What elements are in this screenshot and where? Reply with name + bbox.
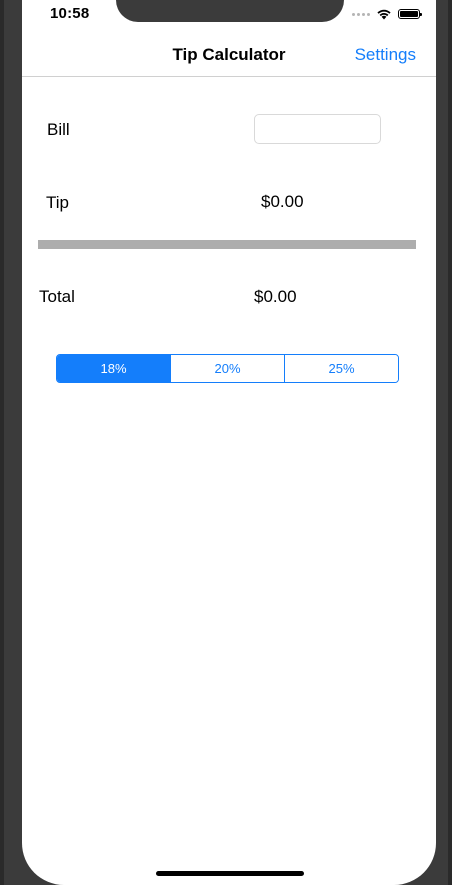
tip-option-18[interactable]: 18%	[57, 355, 170, 382]
tip-option-20[interactable]: 20%	[170, 355, 284, 382]
total-divider	[38, 240, 416, 249]
bill-label: Bill	[47, 120, 70, 139]
app-screen: 10:58 Tip Calculator Settings Bill Tip $…	[22, 0, 436, 885]
status-icons	[352, 7, 422, 21]
tip-label: Tip	[46, 193, 69, 212]
total-label: Total	[39, 287, 75, 306]
bezel-left	[0, 0, 4, 885]
home-indicator[interactable]	[156, 871, 304, 876]
tip-option-25[interactable]: 25%	[284, 355, 398, 382]
tip-amount: $0.00	[261, 192, 304, 211]
tip-percentage-selector: 18% 20% 25%	[56, 354, 399, 383]
bezel-right	[448, 0, 452, 885]
signal-dots-icon	[352, 12, 370, 16]
device-notch	[116, 0, 344, 22]
settings-button[interactable]: Settings	[355, 45, 416, 65]
bill-input[interactable]	[254, 114, 381, 144]
navigation-bar: Tip Calculator Settings	[22, 33, 436, 77]
status-time: 10:58	[50, 5, 90, 22]
total-amount: $0.00	[254, 287, 297, 306]
battery-icon	[398, 9, 422, 19]
wifi-icon	[377, 9, 391, 20]
device-frame: 10:58 Tip Calculator Settings Bill Tip $…	[0, 0, 452, 885]
